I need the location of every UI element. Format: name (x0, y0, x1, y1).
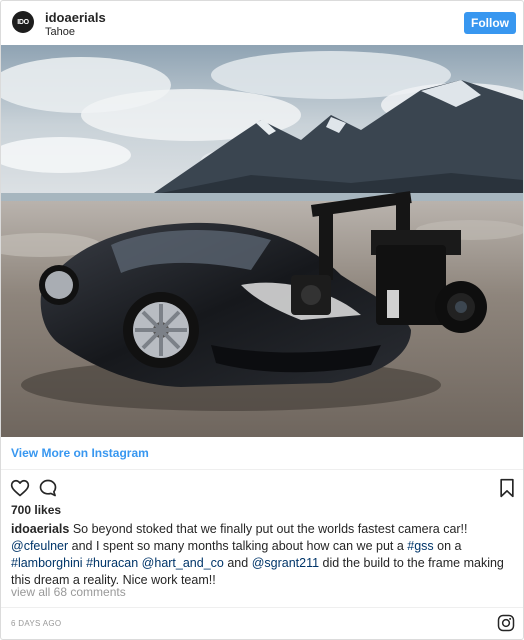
bookmark-icon[interactable] (498, 478, 516, 498)
post-photo-image (1, 45, 523, 437)
caption-text: So beyond stoked that we finally put out… (69, 522, 468, 536)
likes-count[interactable]: 700 likes (11, 503, 61, 517)
caption-mention[interactable]: @sgrant211 (252, 556, 319, 570)
caption-text: and (223, 556, 252, 570)
post-location[interactable]: Tahoe (45, 26, 75, 38)
post-caption: idoaerials So beyond stoked that we fina… (11, 521, 506, 589)
instagram-embed-card: IDO idoaerials Tahoe Follow View More on… (0, 0, 524, 640)
instagram-logo-icon[interactable] (497, 614, 515, 632)
caption-hashtag[interactable]: #lamborghini (11, 556, 83, 570)
caption-username[interactable]: idoaerials (11, 522, 69, 536)
post-header: IDO idoaerials Tahoe Follow (1, 1, 523, 45)
view-more-bar: View More on Instagram (1, 437, 523, 470)
avatar-text: IDO (17, 18, 29, 26)
caption-hashtag[interactable]: #huracan (86, 556, 138, 570)
comment-icon[interactable] (38, 478, 58, 498)
post-timestamp[interactable]: 6 DAYS AGO (11, 619, 61, 628)
view-all-comments-link[interactable]: view all 68 comments (11, 585, 126, 599)
caption-text: and I spent so many months talking about… (68, 539, 408, 553)
action-bar (1, 473, 523, 501)
post-photo[interactable] (1, 45, 523, 437)
divider (1, 607, 523, 608)
caption-mention[interactable]: @hart_and_co (142, 556, 224, 570)
follow-button[interactable]: Follow (464, 12, 516, 34)
caption-text: on a (433, 539, 462, 553)
avatar[interactable]: IDO (12, 11, 34, 33)
caption-mention[interactable]: @cfeulner (11, 539, 68, 553)
post-username[interactable]: idoaerials (45, 10, 106, 25)
heart-icon[interactable] (10, 478, 30, 498)
view-more-link[interactable]: View More on Instagram (11, 446, 149, 460)
caption-hashtag[interactable]: #gss (407, 539, 433, 553)
